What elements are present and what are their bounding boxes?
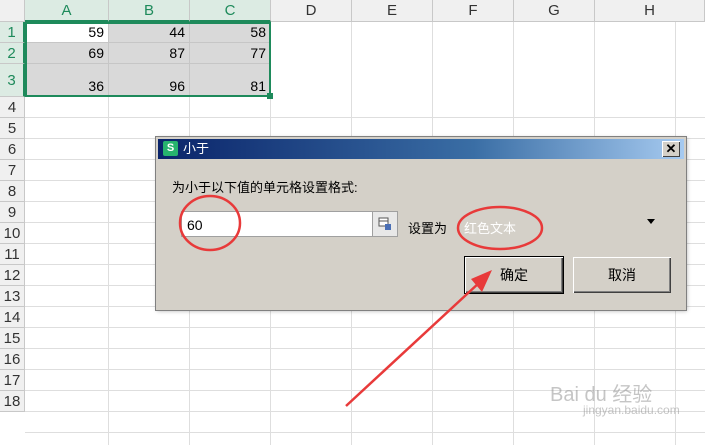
row-header-3[interactable]: 3 — [0, 64, 25, 97]
ok-button[interactable]: 确定 — [465, 257, 563, 293]
select-all-corner[interactable] — [0, 0, 25, 22]
column-header-f[interactable]: F — [433, 0, 514, 22]
cell-c2[interactable]: 77 — [190, 43, 271, 64]
threshold-input[interactable] — [181, 211, 373, 237]
range-select-icon — [378, 217, 391, 230]
dialog-title: 小于 — [183, 141, 210, 156]
gridline — [25, 117, 705, 118]
row-header-4[interactable]: 4 — [0, 97, 25, 118]
cell-c3[interactable]: 81 — [190, 64, 271, 97]
range-select-button[interactable] — [372, 211, 398, 237]
cell-a1[interactable]: 59 — [25, 22, 109, 43]
format-select-value: 红色文本 — [464, 221, 517, 236]
column-header-g[interactable]: G — [514, 0, 595, 22]
gridline — [25, 432, 705, 433]
dialog-titlebar[interactable]: S 小于 ✕ — [158, 139, 684, 159]
row-header-16[interactable]: 16 — [0, 349, 25, 370]
cell-a2[interactable]: 69 — [25, 43, 109, 64]
dialog-prompt: 为小于以下值的单元格设置格式: — [172, 180, 358, 195]
row-header-9[interactable]: 9 — [0, 202, 25, 223]
cancel-button[interactable]: 取消 — [573, 257, 671, 293]
row-header-14[interactable]: 14 — [0, 307, 25, 328]
cell-b1[interactable]: 44 — [109, 22, 190, 43]
chevron-down-icon[interactable] — [647, 219, 655, 224]
column-header-h[interactable]: H — [595, 0, 705, 22]
row-header-12[interactable]: 12 — [0, 265, 25, 286]
row-header-17[interactable]: 17 — [0, 370, 25, 391]
row-header-10[interactable]: 10 — [0, 223, 25, 244]
app-logo-icon: S — [163, 141, 178, 156]
watermark-url: jingyan.baidu.com — [583, 403, 680, 417]
threshold-value: 60 — [187, 217, 203, 233]
close-icon: ✕ — [665, 141, 677, 156]
row-header-1[interactable]: 1 — [0, 22, 25, 43]
row-header-13[interactable]: 13 — [0, 286, 25, 307]
less-than-dialog: S 小于 ✕ 为小于以下值的单元格设置格式: 60 设置为 红色文本 确定 取消 — [156, 137, 686, 310]
cell-c1[interactable]: 58 — [190, 22, 271, 43]
gridline — [25, 369, 705, 370]
row-header-2[interactable]: 2 — [0, 43, 25, 64]
fill-handle[interactable] — [267, 93, 273, 99]
row-header-6[interactable]: 6 — [0, 139, 25, 160]
cell-b2[interactable]: 87 — [109, 43, 190, 64]
column-header-e[interactable]: E — [352, 0, 433, 22]
close-button[interactable]: ✕ — [662, 141, 680, 157]
gridline — [25, 327, 705, 328]
row-header-8[interactable]: 8 — [0, 181, 25, 202]
set-as-label: 设置为 — [408, 221, 448, 236]
row-header-11[interactable]: 11 — [0, 244, 25, 265]
gridline — [25, 348, 705, 349]
column-header-d[interactable]: D — [271, 0, 352, 22]
cell-b3[interactable]: 96 — [109, 64, 190, 97]
column-header-c[interactable]: C — [190, 0, 271, 22]
column-header-a[interactable]: A — [25, 0, 109, 22]
row-header-7[interactable]: 7 — [0, 160, 25, 181]
cell-a3[interactable]: 36 — [25, 64, 109, 97]
row-header-15[interactable]: 15 — [0, 328, 25, 349]
row-header-5[interactable]: 5 — [0, 118, 25, 139]
column-header-b[interactable]: B — [109, 0, 190, 22]
row-header-18[interactable]: 18 — [0, 391, 25, 412]
